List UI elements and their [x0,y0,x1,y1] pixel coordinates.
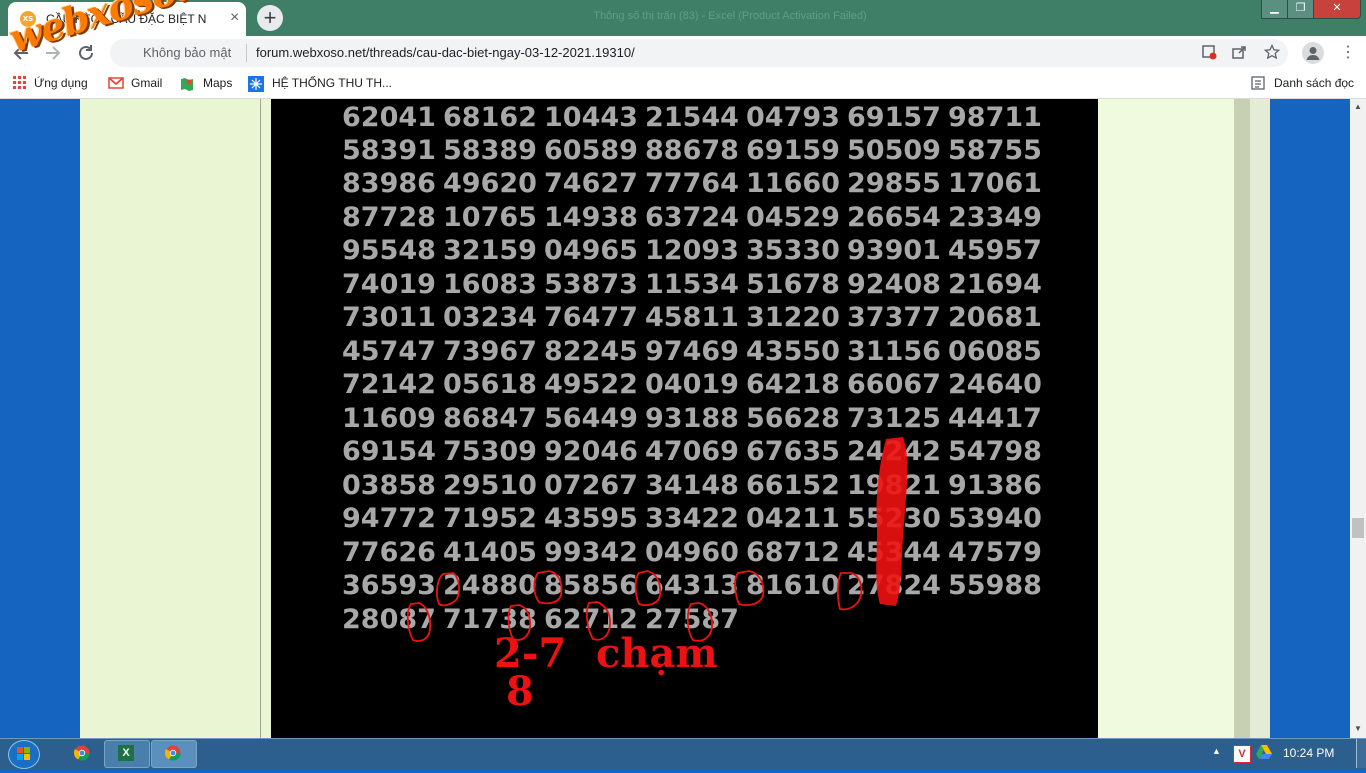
left-divider [260,99,261,738]
excel-icon: X [118,745,134,761]
maps-icon[interactable] [179,76,195,92]
circle-mark [436,572,460,607]
close-window-button[interactable]: ✕ [1313,0,1361,19]
reading-list-label: Danh sách đọc [1274,76,1355,90]
address-separator [246,44,247,62]
right-cream-column [1098,99,1234,738]
annotation-touch-text: chạm [596,630,718,677]
right-gutter-light [1250,99,1270,738]
scrollbar-thumb[interactable] [1352,518,1364,538]
not-secure-label[interactable]: Không bảo mật [143,45,231,60]
share-icon[interactable] [1230,44,1248,62]
bookmark-star-icon[interactable] [1263,43,1281,62]
taskbar-clock[interactable]: 10:24 PM [1283,746,1334,760]
left-cream-column [80,99,271,738]
reading-list-button[interactable]: Danh sách đọc [1252,76,1354,90]
menu-dots-icon[interactable]: ⋮ [1340,42,1356,64]
show-desktop-button[interactable] [1356,739,1366,768]
apps-grid-icon[interactable] [12,76,28,92]
scroll-up-arrow-icon[interactable]: ▲ [1350,102,1366,111]
page-scrollbar[interactable] [1350,99,1366,738]
scroll-down-arrow-icon[interactable]: ▼ [1350,724,1366,733]
bookmark-maps[interactable]: Maps [203,76,232,90]
minimize-button[interactable]: ▁ [1261,0,1288,19]
circle-mark [836,572,863,611]
vivaldi-tray-icon[interactable]: V [1233,745,1251,763]
reload-icon[interactable] [75,42,97,64]
chrome-active-icon [164,745,181,761]
star-network-icon[interactable] [248,76,264,92]
right-gutter [1234,99,1250,738]
google-drive-tray-icon[interactable] [1256,745,1272,761]
url-text[interactable]: forum.webxoso.net/threads/cau-dac-biet-n… [256,45,635,60]
red-highlight-stroke [876,437,908,606]
circle-mark [634,570,662,607]
circle-mark [533,570,563,605]
close-tab-icon[interactable]: × [230,9,239,27]
start-button-icon[interactable] [8,740,40,769]
bookmark-gmail[interactable]: Gmail [131,76,162,90]
bookmark-system[interactable]: HỆ THỐNG THU TH... [272,76,392,90]
left-blue-margin [0,99,80,738]
circle-mark [406,602,432,642]
chrome-pinned-icon[interactable] [73,745,90,761]
tray-expand-icon[interactable]: ▲ [1212,746,1221,756]
right-blue-margin [1270,99,1350,738]
new-tab-button[interactable]: + [257,5,283,31]
annotation-digit-text: 8 [506,668,534,715]
circle-mark [734,570,765,607]
profile-avatar-icon[interactable] [1302,42,1324,64]
gmail-icon[interactable] [108,76,124,92]
windows-taskbar [0,738,1366,769]
blocked-popup-icon[interactable] [1200,44,1218,62]
bookmark-apps[interactable]: Ứng dụng [34,76,88,90]
maximize-button[interactable]: ❐ [1287,0,1314,19]
window-title: Thông số thị trấn (83) - Excel (Product … [593,10,867,22]
